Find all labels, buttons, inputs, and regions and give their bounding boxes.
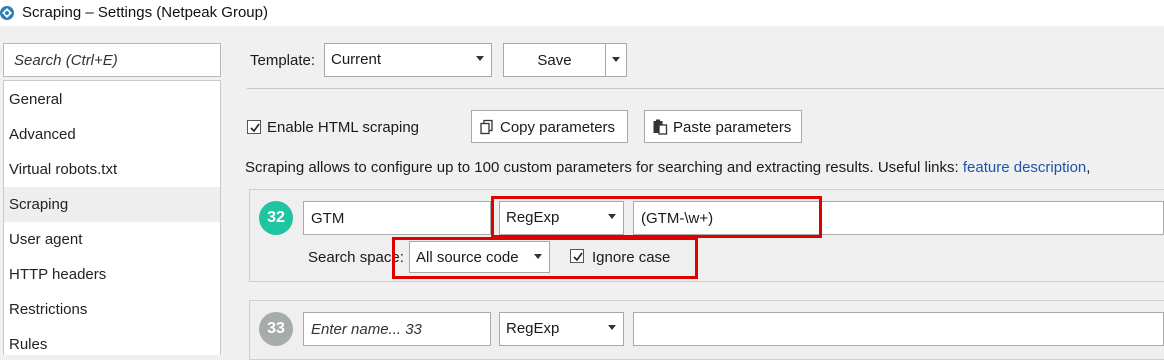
window-title: Scraping – Settings (Netpeak Group): [22, 4, 268, 21]
param-type-select[interactable]: RegExp: [499, 312, 624, 346]
chevron-down-icon: [476, 56, 484, 61]
sidebar-item-advanced[interactable]: Advanced: [4, 117, 220, 152]
sidebar-item-user-agent[interactable]: User agent: [4, 222, 220, 257]
param-number-badge: 33: [259, 312, 293, 346]
settings-sidebar: General Advanced Virtual robots.txt Scra…: [3, 80, 221, 355]
param-number-badge: 32: [259, 201, 293, 235]
chevron-down-icon: [608, 325, 616, 330]
sidebar-item-rules[interactable]: Rules: [4, 327, 220, 355]
highlight-box-search-space: [392, 237, 698, 279]
paste-parameters-button[interactable]: Paste parameters: [644, 110, 802, 143]
checkmark-icon: [250, 123, 260, 133]
highlight-box-regexp: [491, 196, 822, 238]
template-select-value: Current: [331, 51, 382, 68]
sidebar-item-http-headers[interactable]: HTTP headers: [4, 257, 220, 292]
param-name-input[interactable]: Enter name... 33: [303, 312, 491, 346]
divider: [247, 88, 1164, 89]
save-button[interactable]: Save: [503, 43, 606, 77]
scraping-description-text: Scraping allows to configure up to 100 c…: [245, 159, 959, 176]
sidebar-item-scraping[interactable]: Scraping: [4, 187, 220, 222]
param-type-value: RegExp: [506, 320, 560, 337]
sidebar-item-restrictions[interactable]: Restrictions: [4, 292, 220, 327]
param-expression-input[interactable]: [633, 312, 1164, 346]
title-bar: Scraping – Settings (Netpeak Group): [0, 0, 1164, 26]
sidebar-item-general[interactable]: General: [4, 82, 220, 117]
scraping-description: Scraping allows to configure up to 100 c…: [245, 159, 1090, 176]
template-select[interactable]: Current: [324, 43, 492, 77]
copy-parameters-label: Copy parameters: [500, 119, 616, 136]
copy-parameters-button[interactable]: Copy parameters: [471, 110, 628, 143]
search-space-label: Search space:: [308, 249, 404, 266]
save-dropdown-button[interactable]: [605, 43, 627, 77]
save-button-label: Save: [537, 52, 572, 69]
search-input[interactable]: Search (Ctrl+E): [3, 43, 221, 77]
description-suffix: ,: [1086, 159, 1091, 176]
sidebar-item-virtual-robots[interactable]: Virtual robots.txt: [4, 152, 220, 187]
paste-parameters-label: Paste parameters: [673, 119, 792, 136]
enable-scraping-checkbox[interactable]: [247, 120, 261, 134]
copy-icon: [479, 119, 495, 139]
feature-description-link[interactable]: feature description: [963, 159, 1086, 176]
param-name-input[interactable]: GTM: [303, 201, 491, 235]
paste-icon: [652, 119, 668, 139]
template-label: Template:: [250, 52, 316, 69]
chevron-down-icon: [612, 57, 620, 62]
enable-scraping-label: Enable HTML scraping: [267, 119, 420, 136]
netpeak-app-icon: [0, 4, 16, 22]
